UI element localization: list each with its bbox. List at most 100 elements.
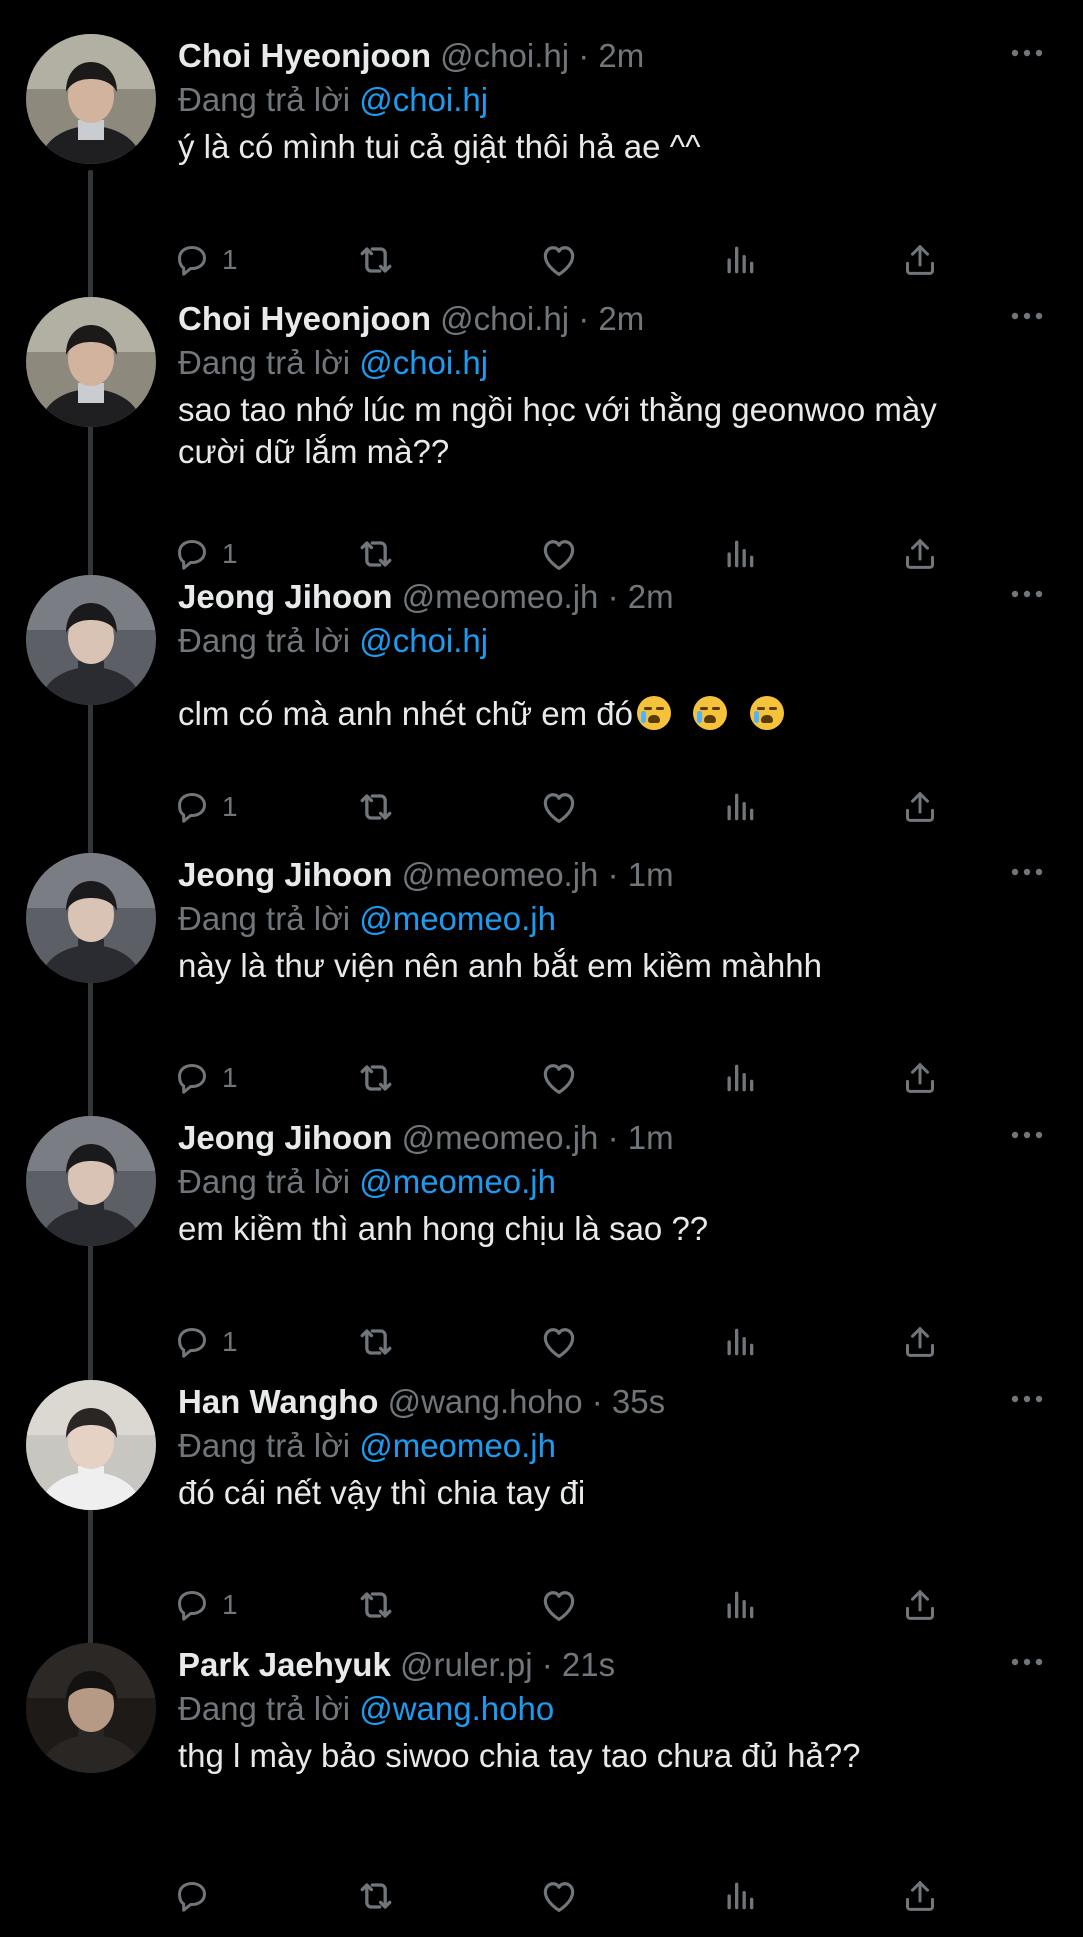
avatar[interactable] — [26, 1380, 156, 1510]
reply-tweet[interactable]: Jeong Jihoon @meomeo.jh · 2m Đang trả lờ… — [0, 575, 1083, 848]
replying-to-line: Đang trả lời @meomeo.jh — [178, 897, 1043, 941]
more-options-button[interactable] — [1007, 301, 1047, 331]
reply-to-mention-link[interactable]: @meomeo.jh — [359, 1163, 556, 1200]
user-handle[interactable]: @ruler.pj — [400, 1646, 533, 1683]
share-button[interactable] — [900, 1317, 940, 1367]
user-handle[interactable]: @choi.hj — [440, 37, 569, 74]
reply-button[interactable]: 1 — [172, 529, 238, 579]
avatar[interactable] — [26, 1643, 156, 1773]
tweet-text: ý là có mình tui cả giật thôi hả ae ^^ — [178, 126, 1043, 168]
timestamp[interactable]: 1m — [628, 1119, 674, 1156]
more-options-button[interactable] — [1007, 579, 1047, 609]
retweet-button[interactable] — [354, 1871, 398, 1921]
like-button[interactable] — [538, 529, 580, 579]
retweet-button[interactable] — [354, 235, 398, 285]
timestamp[interactable]: 21s — [562, 1646, 615, 1683]
like-button[interactable] — [538, 1053, 580, 1103]
reply-icon — [172, 1322, 212, 1362]
user-handle[interactable]: @choi.hj — [440, 300, 569, 337]
views-button[interactable] — [720, 1317, 760, 1367]
like-button[interactable] — [538, 1317, 580, 1367]
like-button[interactable] — [538, 1580, 580, 1630]
reply-to-mention-link[interactable]: @wang.hoho — [359, 1690, 554, 1727]
retweet-icon — [354, 1056, 398, 1100]
more-icon — [1011, 49, 1043, 57]
more-options-button[interactable] — [1007, 1120, 1047, 1150]
display-name[interactable]: Park Jaehyuk — [178, 1646, 391, 1683]
timestamp[interactable]: 35s — [612, 1383, 665, 1420]
views-button[interactable] — [720, 235, 760, 285]
reply-to-mention-link[interactable]: @meomeo.jh — [359, 900, 556, 937]
reply-count: 1 — [222, 244, 238, 275]
share-button[interactable] — [900, 529, 940, 579]
like-button[interactable] — [538, 1871, 580, 1921]
share-button[interactable] — [900, 782, 940, 832]
replying-to-label: Đang trả lời — [178, 81, 351, 118]
share-button[interactable] — [900, 1580, 940, 1630]
more-options-button[interactable] — [1007, 1384, 1047, 1414]
share-button[interactable] — [900, 1053, 940, 1103]
display-name[interactable]: Choi Hyeonjoon — [178, 300, 431, 337]
reply-tweet[interactable]: Park Jaehyuk @ruler.pj · 21s Đang trả lờ… — [0, 1643, 1083, 1937]
display-name[interactable]: Jeong Jihoon — [178, 1119, 393, 1156]
replying-to-line: Đang trả lời @meomeo.jh — [178, 1160, 1043, 1204]
like-icon — [538, 533, 580, 575]
reply-button[interactable]: 1 — [172, 1053, 238, 1103]
retweet-button[interactable] — [354, 782, 398, 832]
user-handle[interactable]: @wang.hoho — [388, 1383, 583, 1420]
tweet-text: đó cái nết vậy thì chia tay đi — [178, 1472, 1043, 1514]
display-name[interactable]: Jeong Jihoon — [178, 856, 393, 893]
replying-to-line: Đang trả lời @choi.hj — [178, 78, 1043, 122]
views-button[interactable] — [720, 1053, 760, 1103]
reply-tweet[interactable]: Jeong Jihoon @meomeo.jh · 1m Đang trả lờ… — [0, 1116, 1083, 1383]
user-handle[interactable]: @meomeo.jh — [402, 856, 599, 893]
reply-icon — [172, 1058, 212, 1098]
reply-to-mention-link[interactable]: @choi.hj — [359, 344, 488, 381]
reply-button[interactable]: 1 — [172, 235, 238, 285]
user-handle[interactable]: @meomeo.jh — [402, 1119, 599, 1156]
views-button[interactable] — [720, 1871, 760, 1921]
retweet-button[interactable] — [354, 1580, 398, 1630]
reply-to-mention-link[interactable]: @choi.hj — [359, 622, 488, 659]
views-button[interactable] — [720, 782, 760, 832]
reply-tweet[interactable]: Jeong Jihoon @meomeo.jh · 1m Đang trả lờ… — [0, 853, 1083, 1119]
like-button[interactable] — [538, 782, 580, 832]
share-icon — [900, 1585, 940, 1625]
more-icon — [1011, 1395, 1043, 1403]
timestamp[interactable]: 2m — [598, 37, 644, 74]
timestamp[interactable]: 2m — [628, 578, 674, 615]
reply-button[interactable]: 1 — [172, 782, 238, 832]
views-icon — [720, 534, 760, 574]
display-name[interactable]: Choi Hyeonjoon — [178, 37, 431, 74]
display-name[interactable]: Jeong Jihoon — [178, 578, 393, 615]
share-button[interactable] — [900, 235, 940, 285]
reply-button[interactable] — [172, 1871, 222, 1921]
avatar[interactable] — [26, 853, 156, 983]
timestamp[interactable]: 1m — [628, 856, 674, 893]
reply-tweet[interactable]: Han Wangho @wang.hoho · 35s Đang trả lời… — [0, 1380, 1083, 1646]
reply-tweet[interactable]: Choi Hyeonjoon @choi.hj · 2m Đang trả lờ… — [0, 34, 1083, 301]
avatar[interactable] — [26, 34, 156, 164]
timestamp[interactable]: 2m — [598, 300, 644, 337]
user-handle[interactable]: @meomeo.jh — [402, 578, 599, 615]
reply-to-mention-link[interactable]: @choi.hj — [359, 81, 488, 118]
display-name[interactable]: Han Wangho — [178, 1383, 378, 1420]
views-button[interactable] — [720, 1580, 760, 1630]
like-button[interactable] — [538, 235, 580, 285]
more-options-button[interactable] — [1007, 38, 1047, 68]
more-options-button[interactable] — [1007, 1647, 1047, 1677]
like-icon — [538, 786, 580, 828]
views-button[interactable] — [720, 529, 760, 579]
retweet-button[interactable] — [354, 529, 398, 579]
retweet-button[interactable] — [354, 1053, 398, 1103]
more-options-button[interactable] — [1007, 857, 1047, 887]
reply-to-mention-link[interactable]: @meomeo.jh — [359, 1427, 556, 1464]
reply-button[interactable]: 1 — [172, 1317, 238, 1367]
avatar[interactable] — [26, 297, 156, 427]
avatar[interactable] — [26, 575, 156, 705]
reply-button[interactable]: 1 — [172, 1580, 238, 1630]
avatar[interactable] — [26, 1116, 156, 1246]
share-button[interactable] — [900, 1871, 940, 1921]
reply-tweet[interactable]: Choi Hyeonjoon @choi.hj · 2m Đang trả lờ… — [0, 297, 1083, 595]
retweet-button[interactable] — [354, 1317, 398, 1367]
